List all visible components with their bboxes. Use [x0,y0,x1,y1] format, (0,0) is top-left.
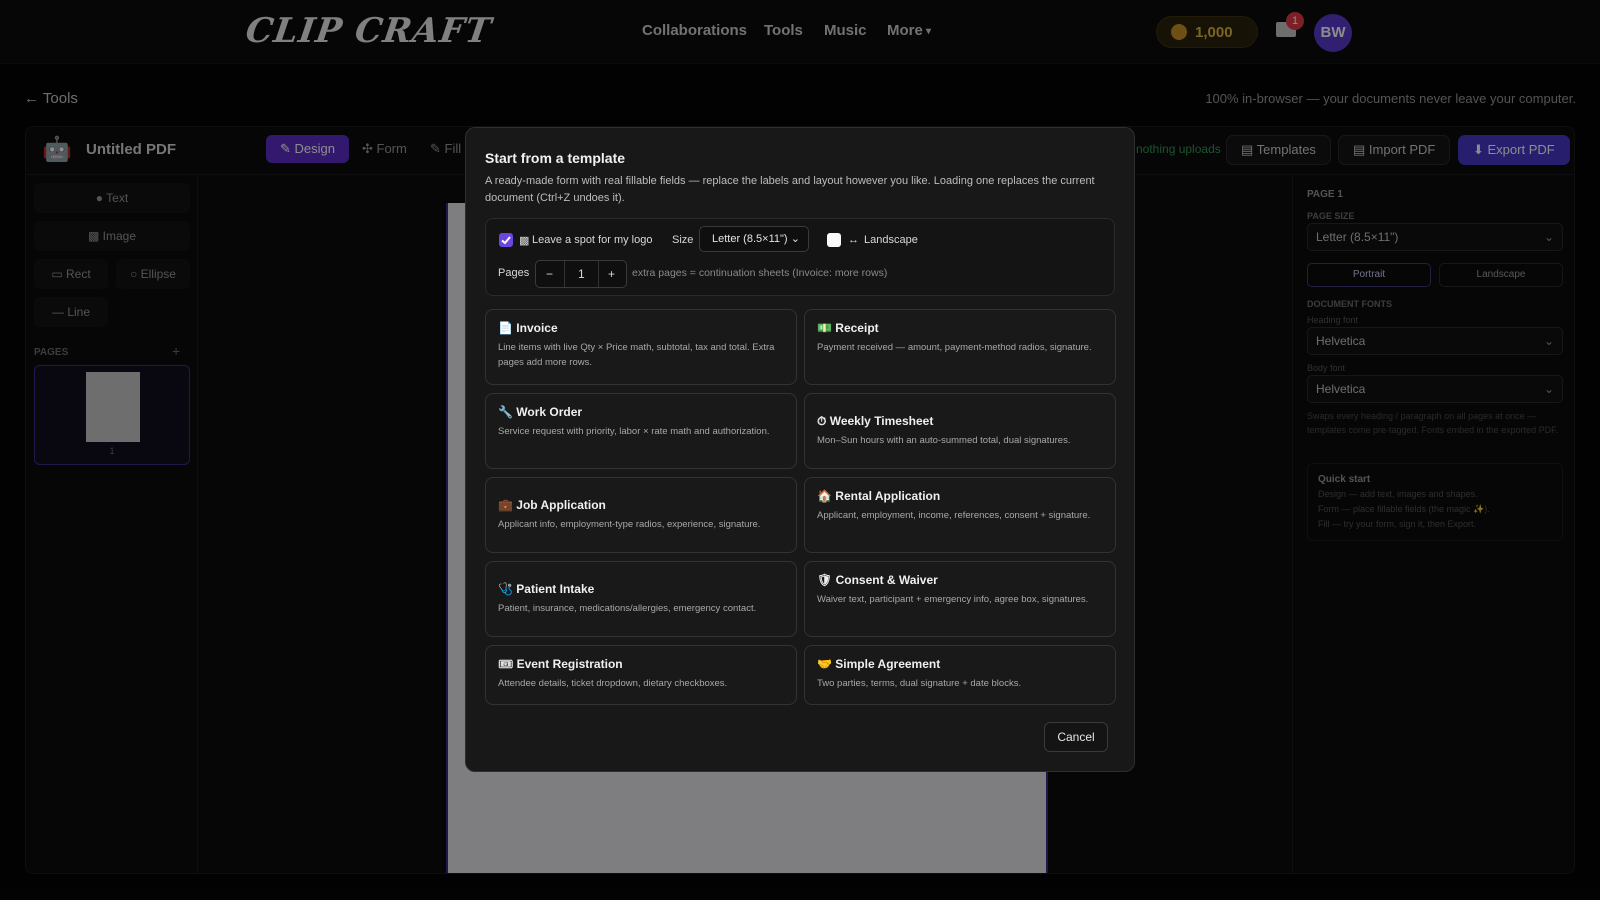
shield-icon: 🛡 [817,573,833,587]
money-icon: 💵 [817,321,832,335]
template-name: Work Order [516,405,583,419]
template-name: Simple Agreement [835,657,941,671]
template-description: Applicant info, employment-type radios, … [498,519,761,530]
handshake-icon: 🤝 [817,657,832,671]
landscape-label: Landscape [864,234,918,246]
template-description: Line items with live Qty × Price math, s… [498,342,775,368]
template-title: 🩺 Patient Intake [498,582,594,596]
template-description: Waiver text, participant + emergency inf… [817,594,1089,605]
logo-spot-checkbox[interactable] [499,233,513,247]
template-title: 🔧 Work Order [498,405,582,419]
pages-hint: extra pages = continuation sheets (Invoi… [632,267,888,279]
decrement-pages-button[interactable]: − [546,261,553,287]
template-title: 📄 Invoice [498,321,558,335]
size-select[interactable]: Letter (8.5×11") ⌄ [699,226,809,252]
template-card-simple-agreement[interactable]: 🤝 Simple Agreement Two parties, terms, d… [804,645,1116,705]
stopwatch-icon: ⏱ [817,414,827,428]
template-title: 🏠 Rental Application [817,489,940,503]
template-name: Rental Application [835,489,941,503]
chevron-down-icon: ⌄ [790,233,800,245]
template-description: Mon–Sun hours with an auto-summed total,… [817,435,1071,446]
template-name: Event Registration [516,657,623,671]
template-name: Patient Intake [516,582,595,596]
template-title: 💵 Receipt [817,321,879,335]
pages-count-input[interactable]: 1 [578,261,585,287]
template-name: Invoice [516,321,558,335]
modal-title: Start from a template [485,150,626,166]
pages-stepper: − 1 + [535,260,627,288]
swap-arrows-icon: ↔ [848,234,859,246]
wrench-icon: 🔧 [498,405,513,419]
template-title: 🎟 Event Registration [498,657,623,671]
template-description: Attendee details, ticket dropdown, dieta… [498,678,728,689]
image-icon: ▩ [519,235,530,247]
template-title: ⏱ Weekly Timesheet [817,414,933,429]
house-icon: 🏠 [817,489,832,503]
cancel-button[interactable]: Cancel [1044,722,1108,752]
template-options: ▩ Leave a spot for my logo Size Letter (… [485,218,1115,296]
modal-description: A ready-made form with real fillable fie… [485,175,1095,204]
template-description: Patient, insurance, medications/allergie… [498,603,757,614]
template-description: Service request with priority, labor × r… [498,426,770,437]
template-name: Weekly Timesheet [829,414,934,428]
template-card-rental-application[interactable]: 🏠 Rental Application Applicant, employme… [804,477,1116,553]
template-card-event-registration[interactable]: 🎟 Event Registration Attendee details, t… [485,645,797,705]
stepper-divider [564,261,565,287]
template-description: Payment received — amount, payment-metho… [817,342,1092,353]
increment-pages-button[interactable]: + [608,261,615,287]
ticket-icon: 🎟 [498,657,514,671]
template-card-consent-waiver[interactable]: 🛡 Consent & Waiver Waiver text, particip… [804,561,1116,637]
stethoscope-icon: 🩺 [498,582,513,596]
size-label: Size [672,234,694,246]
template-card-job-application[interactable]: 💼 Job Application Applicant info, employ… [485,477,797,553]
template-card-invoice[interactable]: 📄 Invoice Line items with live Qty × Pri… [485,309,797,385]
template-card-work-order[interactable]: 🔧 Work Order Service request with priori… [485,393,797,469]
template-title: 🛡 Consent & Waiver [817,573,938,587]
template-description: Two parties, terms, dual signature + dat… [817,678,1022,689]
size-value: Letter (8.5×11") [712,233,788,245]
template-name: Job Application [516,498,606,512]
template-card-receipt[interactable]: 💵 Receipt Payment received — amount, pay… [804,309,1116,385]
template-card-weekly-timesheet[interactable]: ⏱ Weekly Timesheet Mon–Sun hours with an… [804,393,1116,469]
template-name: Receipt [835,321,879,335]
stepper-divider [598,261,599,287]
template-card-patient-intake[interactable]: 🩺 Patient Intake Patient, insurance, med… [485,561,797,637]
template-description: Applicant, employment, income, reference… [817,510,1091,521]
template-title: 💼 Job Application [498,498,606,512]
briefcase-icon: 💼 [498,498,513,512]
landscape-checkbox[interactable] [827,233,841,247]
template-title: 🤝 Simple Agreement [817,657,940,671]
pages-label: Pages [498,267,530,279]
invoice-icon: 📄 [498,321,513,335]
logo-spot-label: Leave a spot for my logo [532,234,653,246]
template-name: Consent & Waiver [835,573,938,587]
template-modal: Start from a template A ready-made form … [465,127,1135,772]
